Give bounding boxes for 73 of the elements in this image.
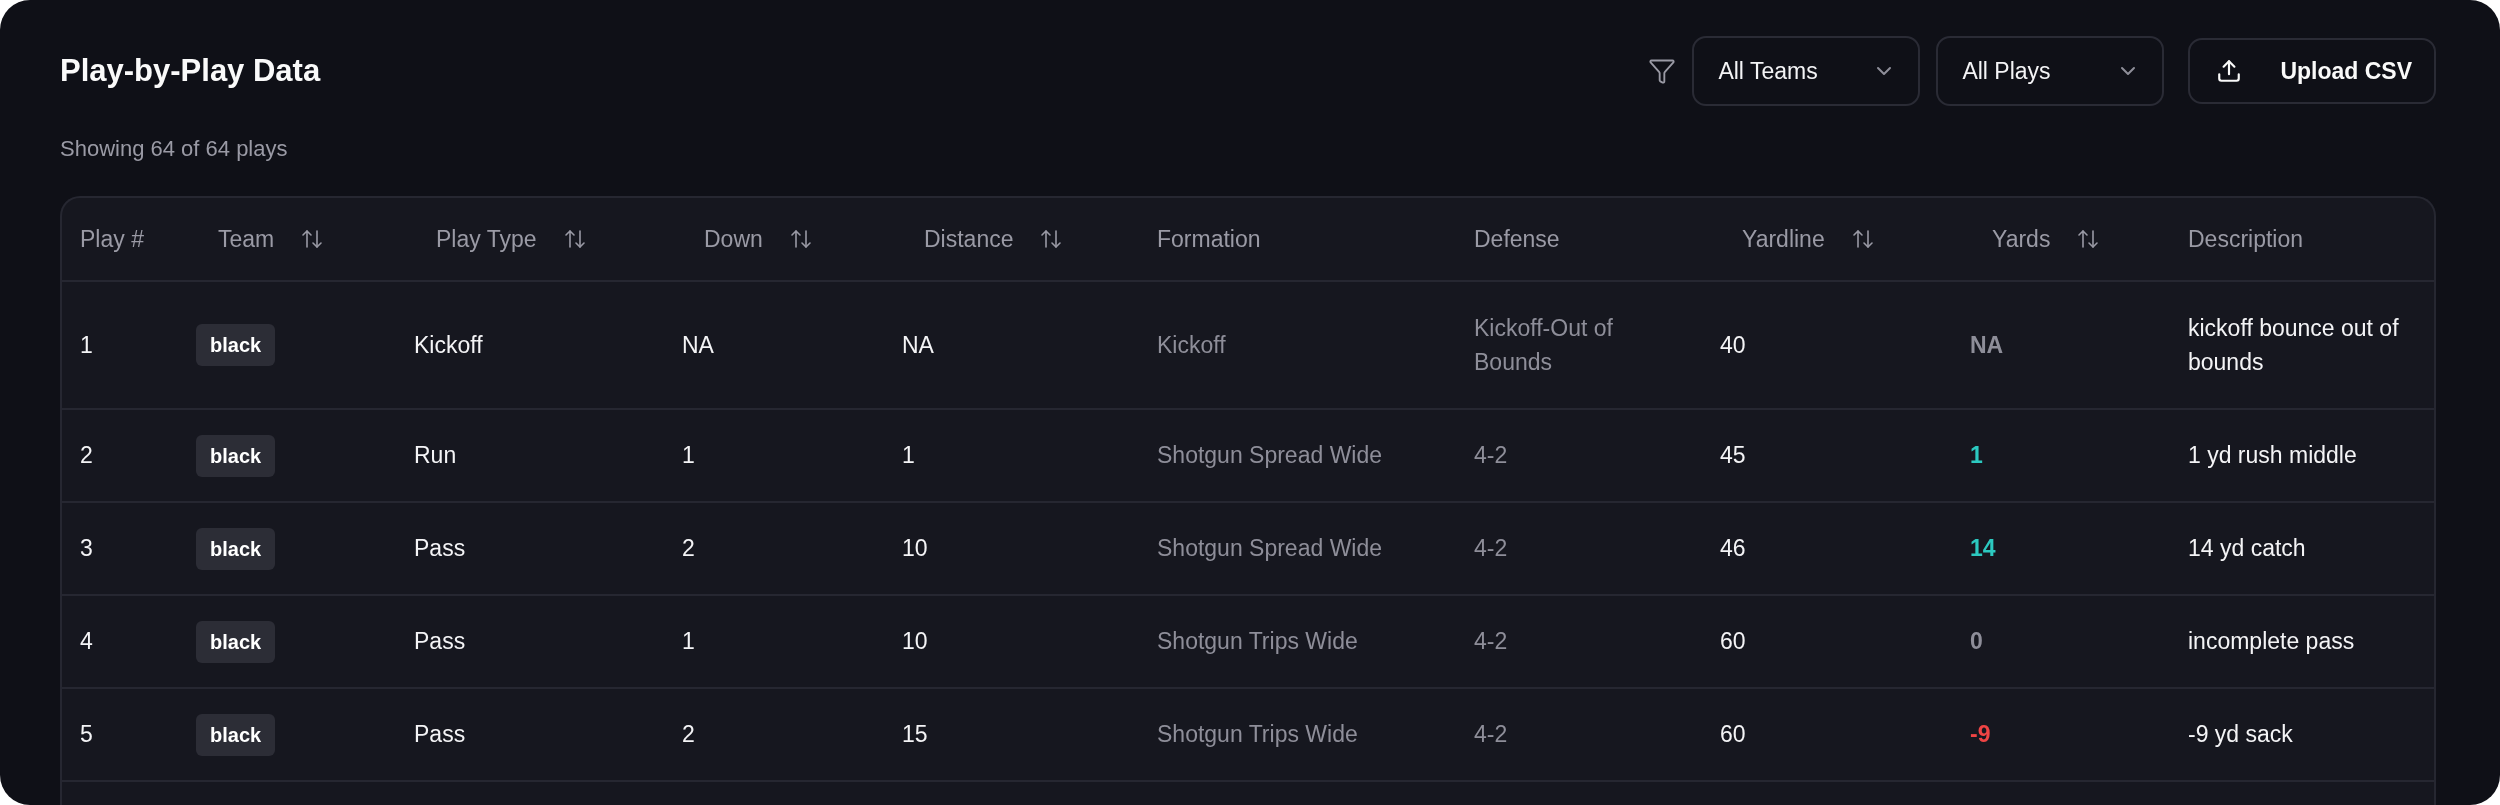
table-cell-text: NA [901,330,935,360]
column-header: Formation [1157,224,1261,254]
table-cell-text: 10 [901,534,929,564]
column-header[interactable]: Down [704,222,763,256]
table-cell-text: kickoff bounce out of bounds [2187,313,2400,377]
table-cell-text: Shotgun Trips Wide [1156,720,1359,750]
table-cell-text: 4-2 [1473,441,1509,471]
table-cell-text: 4-2 [1473,627,1509,657]
table-cell-text: 1 [79,330,94,360]
table-cell-text: 1 [901,441,916,471]
column-header: Defense [1474,224,1560,254]
team-tag: black [196,434,276,477]
table-cell-text: 4 [79,627,94,657]
column-header: Play # [80,224,144,254]
sort-icon[interactable] [300,227,325,251]
row-count-text: Showing 64 of 64 plays [60,136,289,162]
yards-value: NA [1969,331,2005,359]
sort-icon[interactable] [788,227,813,251]
team-tag: black [196,324,276,366]
table-cell-text: 1 [681,627,696,657]
table-cell-text: Kickoff-Out of Bounds [1473,313,1614,377]
sort-icon[interactable] [1850,227,1875,251]
table-cell-text: -9 yd sack [2187,720,2294,750]
column-header[interactable]: Distance [924,222,1014,256]
table-cell-text: 40 [1719,330,1747,360]
filter-dropdown[interactable]: All Teams [1692,36,1921,106]
table-cell-text: 45 [1719,441,1747,471]
table-cell-text: Pass [413,627,467,657]
page-title: Play-by-Play Data [60,53,321,89]
table-cell-text: Pass [413,720,467,750]
table-cell-text: Shotgun Spread Wide [1156,441,1384,471]
table-cell-text: 15 [901,720,929,750]
table-cell-text: 2 [681,534,696,564]
table-cell-text: 1 yd rush middle [2187,441,2358,471]
table-cell-text: Run [413,441,458,471]
upload-button[interactable]: Upload CSV [2188,38,2436,104]
table-cell-text: 2 [79,441,94,471]
team-tag: black [196,527,276,570]
yards-value: -9 [1969,721,1992,748]
table-cell-text: 60 [1719,627,1747,657]
table-cell-text: 46 [1719,534,1747,564]
column-header[interactable]: Yards [1992,222,2051,256]
table-cell-text: 3 [79,534,94,564]
table-cell-text: 1 [681,441,696,471]
table-cell-text: Kickoff [413,330,484,360]
table-cell-text: 4-2 [1473,720,1509,750]
table-cell-text: Kickoff [1156,330,1227,360]
yards-value: 1 [1969,442,1984,469]
table-cell-text: Shotgun Spread Wide [1156,534,1384,564]
column-header[interactable]: Team [218,222,275,256]
table-cell-text: NA [681,330,715,360]
table-cell-text: Pass [413,534,467,564]
table-cell-text: incomplete pass [2187,627,2356,657]
team-tag: black [196,713,276,756]
team-tag: black [196,620,276,663]
table-cell-text: 10 [901,627,929,657]
table-cell-text: 5 [79,720,94,750]
table-cell-text: 14 yd catch [2187,534,2307,564]
table-cell-text: 60 [1719,720,1747,750]
table-cell-text: Shotgun Trips Wide [1156,627,1359,657]
yards-value: 14 [1969,535,1997,562]
sort-icon[interactable] [562,227,587,251]
sort-icon[interactable] [2076,227,2101,251]
sort-icon[interactable] [1039,227,1064,251]
table-cell-text: 4-2 [1473,534,1509,564]
column-header[interactable]: Play Type [436,222,537,256]
filter-icon [1648,57,1677,85]
column-header[interactable]: Yardline [1742,222,1825,256]
column-header: Description [2188,224,2304,254]
upload-icon [2216,58,2243,84]
yards-value: 0 [1969,628,1984,655]
filter-dropdown[interactable]: All Plays [1936,36,2165,106]
table-cell-text: 2 [681,720,696,750]
